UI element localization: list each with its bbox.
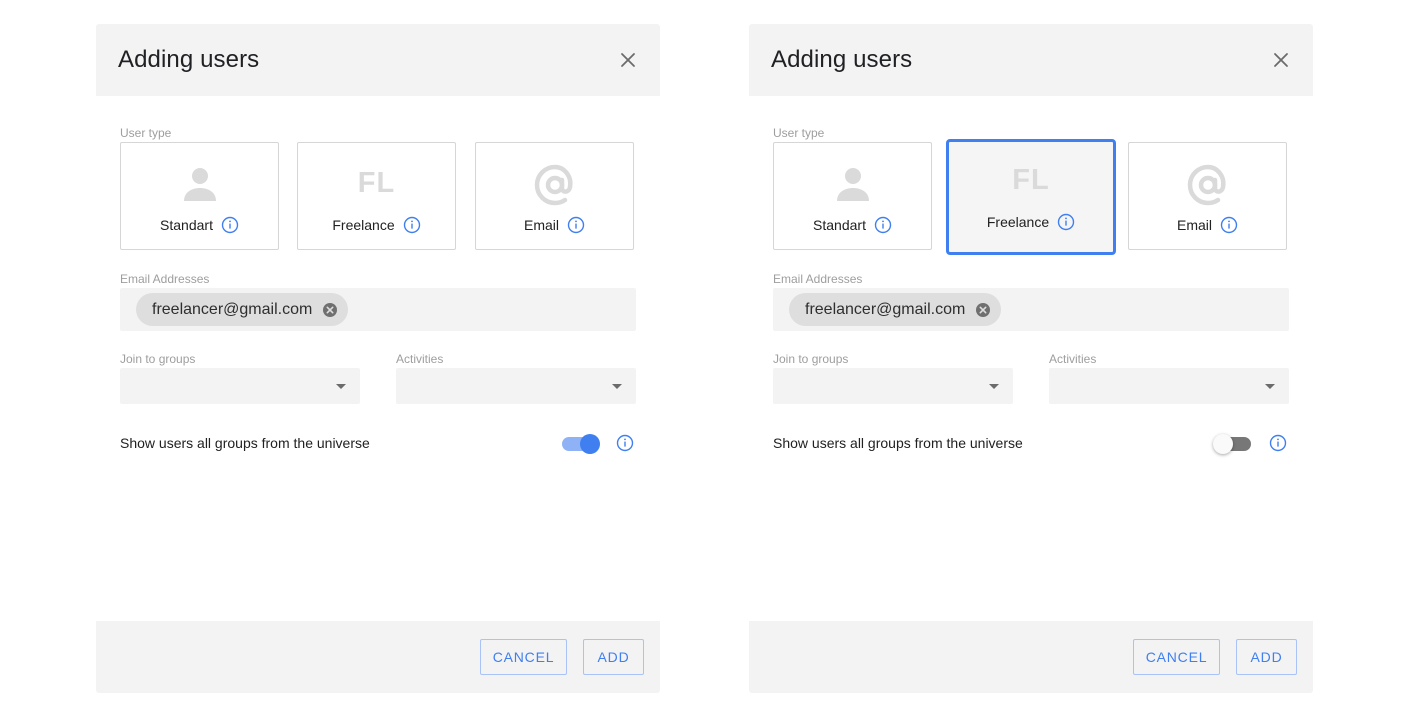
info-icon[interactable] <box>221 216 239 234</box>
email-addresses-label: Email Addresses <box>773 272 863 286</box>
person-icon <box>178 163 222 207</box>
cancel-button[interactable]: CANCEL <box>480 639 567 675</box>
cancel-button[interactable]: CANCEL <box>1133 639 1220 675</box>
show-groups-label: Show users all groups from the universe <box>120 435 370 451</box>
fl-icon: FL <box>1012 164 1050 196</box>
info-icon[interactable] <box>616 434 634 452</box>
add-button[interactable]: ADD <box>1236 639 1297 675</box>
dialog-title: Adding users <box>118 46 260 73</box>
email-chip-text: freelancer@gmail.com <box>805 300 966 318</box>
info-icon[interactable] <box>403 216 421 234</box>
user-type-freelance-card[interactable]: FL Freelance <box>297 142 456 250</box>
toggle-thumb <box>580 434 600 454</box>
info-icon[interactable] <box>874 216 892 234</box>
close-icon[interactable] <box>616 48 640 72</box>
show-groups-label: Show users all groups from the universe <box>773 435 1023 451</box>
user-type-label-email: Email <box>523 217 559 233</box>
dropdown-arrow-icon <box>1265 384 1275 389</box>
user-type-freelance-card[interactable]: FL Freelance <box>946 139 1116 255</box>
show-groups-toggle[interactable] <box>562 433 600 454</box>
user-type-email-card[interactable]: Email <box>1128 142 1287 250</box>
dialog-header: Adding users <box>96 24 660 96</box>
activities-select[interactable] <box>396 368 636 404</box>
add-button[interactable]: ADD <box>583 639 644 675</box>
at-sign-icon <box>533 163 577 207</box>
user-type-label-standart: Standart <box>160 217 213 233</box>
user-type-label-freelance: Freelance <box>332 217 395 233</box>
toggle-thumb <box>1213 434 1233 454</box>
info-icon[interactable] <box>567 216 585 234</box>
dropdown-arrow-icon <box>612 384 622 389</box>
dialog-header: Adding users <box>749 24 1313 96</box>
join-groups-select[interactable] <box>773 368 1013 404</box>
chip-remove-icon[interactable] <box>975 302 991 318</box>
dropdown-arrow-icon <box>336 384 346 389</box>
info-icon[interactable] <box>1057 213 1075 231</box>
close-icon[interactable] <box>1269 48 1293 72</box>
join-groups-label: Join to groups <box>773 352 849 366</box>
user-type-standart-card[interactable]: Standart <box>773 142 932 250</box>
join-groups-select[interactable] <box>120 368 360 404</box>
info-icon[interactable] <box>1220 216 1238 234</box>
dialog-footer: CANCEL ADD <box>749 621 1313 693</box>
chip-remove-icon[interactable] <box>322 302 338 318</box>
fl-icon: FL <box>357 167 396 199</box>
email-addresses-label: Email Addresses <box>120 272 210 286</box>
info-icon[interactable] <box>1269 434 1287 452</box>
user-type-label-freelance: Freelance <box>986 214 1050 230</box>
email-chip-text: freelancer@gmail.com <box>152 300 313 318</box>
user-type-standart-card[interactable]: Standart <box>120 142 279 250</box>
adding-users-dialog: Adding users User type Standart FL Freel… <box>96 24 660 693</box>
email-addresses-input[interactable]: freelancer@gmail.com <box>120 288 636 331</box>
user-type-label-standart: Standart <box>813 217 866 233</box>
at-sign-icon <box>1186 163 1230 207</box>
activities-label: Activities <box>396 352 444 366</box>
dialog-title: Adding users <box>771 46 913 73</box>
user-type-email-card[interactable]: Email <box>475 142 634 250</box>
activities-select[interactable] <box>1049 368 1289 404</box>
email-chip: freelancer@gmail.com <box>789 293 1002 326</box>
email-chip: freelancer@gmail.com <box>136 293 349 326</box>
person-icon <box>831 163 875 207</box>
adding-users-dialog: Adding users User type Standart FL Freel… <box>749 24 1313 693</box>
email-addresses-input[interactable]: freelancer@gmail.com <box>773 288 1289 331</box>
dropdown-arrow-icon <box>989 384 999 389</box>
join-groups-label: Join to groups <box>120 352 196 366</box>
dialog-footer: CANCEL ADD <box>96 621 660 693</box>
activities-label: Activities <box>1049 352 1097 366</box>
show-groups-toggle[interactable] <box>1213 433 1253 454</box>
user-type-label-email: Email <box>1176 217 1212 233</box>
user-type-label: User type <box>120 126 172 140</box>
user-type-label: User type <box>773 126 825 140</box>
